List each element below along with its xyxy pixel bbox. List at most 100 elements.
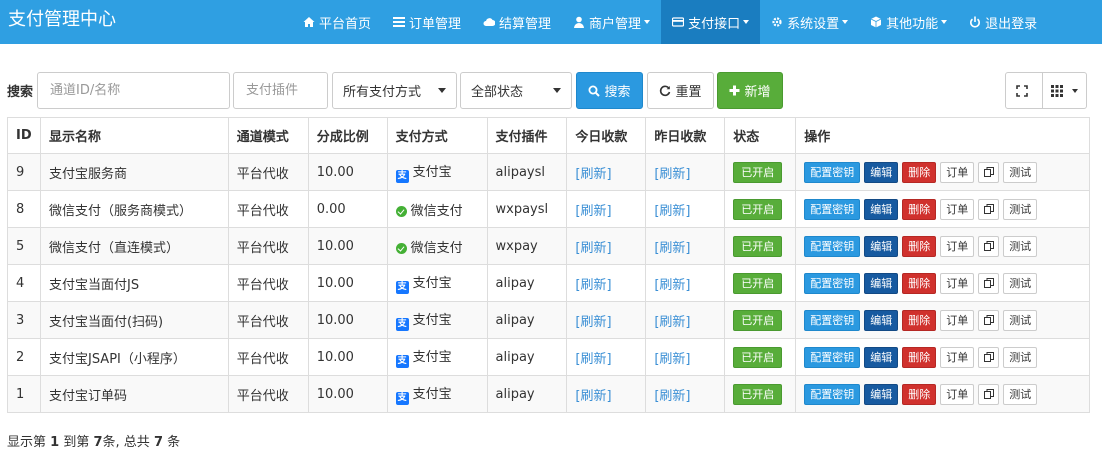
status-toggle-button[interactable]: 已开启 — [733, 198, 783, 220]
refresh-today-link[interactable]: [刷新] — [575, 167, 611, 182]
delete-button[interactable]: 删除 — [902, 161, 937, 183]
status-toggle-button[interactable]: 已开启 — [733, 161, 783, 183]
refresh-yesterday-link[interactable]: [刷新] — [654, 315, 690, 330]
status-toggle-button[interactable]: 已开启 — [733, 235, 783, 257]
orders-button[interactable]: 订单 — [940, 272, 975, 294]
fullscreen-button[interactable] — [1005, 72, 1043, 109]
test-button[interactable]: 测试 — [1003, 235, 1038, 257]
nav-item-5[interactable]: 系统设置 — [760, 0, 859, 44]
delete-button[interactable]: 删除 — [902, 309, 937, 331]
delete-button[interactable]: 删除 — [902, 235, 937, 257]
status-toggle-button[interactable]: 已开启 — [733, 383, 783, 405]
refresh-yesterday-link[interactable]: [刷新] — [654, 204, 690, 219]
nav-item-3[interactable]: 商户管理 — [562, 0, 661, 44]
add-button[interactable]: 新增 — [717, 72, 783, 109]
refresh-today-link[interactable]: [刷新] — [575, 352, 611, 367]
cell-today: [刷新] — [566, 264, 647, 302]
cell-name: 支付宝当面付(扫码) — [39, 301, 229, 339]
copy-button[interactable] — [978, 309, 1000, 331]
cell-mode: 平台代收 — [227, 301, 309, 339]
test-button[interactable]: 测试 — [1003, 383, 1038, 405]
columns-toggle-button[interactable] — [1042, 72, 1087, 109]
orders-button[interactable]: 订单 — [940, 346, 975, 368]
status-toggle-button[interactable]: 已开启 — [733, 309, 783, 331]
nav-item-label: 其他功能 — [886, 16, 939, 32]
test-button[interactable]: 测试 — [1003, 309, 1038, 331]
edit-button[interactable]: 编辑 — [864, 272, 899, 294]
delete-button[interactable]: 删除 — [902, 383, 937, 405]
nav-item-label: 退出登录 — [985, 16, 1038, 32]
reset-button[interactable]: 重置 — [647, 72, 714, 109]
orders-button[interactable]: 订单 — [940, 161, 975, 183]
config-key-button[interactable]: 配置密钥 — [804, 309, 861, 331]
copy-button[interactable] — [978, 383, 1000, 405]
refresh-today-link[interactable]: [刷新] — [575, 315, 611, 330]
refresh-yesterday-link[interactable]: [刷新] — [654, 278, 690, 293]
nav-item-2[interactable]: 结算管理 — [472, 0, 562, 44]
cell-yesterday: [刷新] — [645, 375, 726, 413]
orders-button[interactable]: 订单 — [940, 235, 975, 257]
delete-button[interactable]: 删除 — [902, 198, 937, 220]
config-key-button[interactable]: 配置密钥 — [804, 235, 861, 257]
copy-button[interactable] — [978, 198, 1000, 220]
cell-name: 支付宝JSAPI（小程序） — [39, 338, 229, 376]
alipay-icon: 支 — [395, 355, 409, 368]
refresh-today-link[interactable]: [刷新] — [575, 241, 611, 256]
config-key-button[interactable]: 配置密钥 — [804, 346, 861, 368]
refresh-today-link[interactable]: [刷新] — [575, 278, 611, 293]
config-key-button[interactable]: 配置密钥 — [804, 198, 861, 220]
app-title[interactable]: 支付管理中心 — [8, 0, 116, 44]
test-button[interactable]: 测试 — [1003, 198, 1038, 220]
plugin-search-input[interactable] — [233, 72, 328, 109]
nav-item-4[interactable]: 支付接口 — [661, 0, 761, 44]
table-row: 5 微信支付（直连模式） 平台代收 10.00 微信支付 wxpay [刷新] [刷新] 已开启… — [7, 227, 1090, 265]
refresh-yesterday-link[interactable]: [刷新] — [654, 352, 690, 367]
copy-button[interactable] — [978, 346, 1000, 368]
refresh-yesterday-link[interactable]: [刷新] — [654, 389, 690, 404]
channel-search-input[interactable] — [37, 72, 230, 109]
test-button[interactable]: 测试 — [1003, 346, 1038, 368]
orders-button[interactable]: 订单 — [940, 383, 975, 405]
refresh-today-link[interactable]: [刷新] — [575, 204, 611, 219]
nav-item-1[interactable]: 订单管理 — [382, 0, 472, 44]
refresh-yesterday-link[interactable]: [刷新] — [654, 167, 690, 182]
copy-button[interactable] — [978, 161, 1000, 183]
wechat-icon — [395, 242, 407, 254]
delete-button[interactable]: 删除 — [902, 346, 937, 368]
chevron-down-icon — [553, 88, 561, 93]
nav-item-6[interactable]: 其他功能 — [859, 0, 958, 44]
status-toggle-button[interactable]: 已开启 — [733, 272, 783, 294]
cell-id: 2 — [7, 338, 41, 376]
edit-button[interactable]: 编辑 — [864, 198, 899, 220]
paytype-select-value: 所有支付方式 — [343, 85, 422, 100]
nav-item-7[interactable]: 退出登录 — [958, 0, 1048, 44]
edit-button[interactable]: 编辑 — [864, 161, 899, 183]
orders-button[interactable]: 订单 — [940, 309, 975, 331]
config-key-button[interactable]: 配置密钥 — [804, 383, 861, 405]
test-button[interactable]: 测试 — [1003, 161, 1038, 183]
test-button[interactable]: 测试 — [1003, 272, 1038, 294]
status-toggle-button[interactable]: 已开启 — [733, 346, 783, 368]
config-key-button[interactable]: 配置密钥 — [804, 161, 861, 183]
cell-name: 支付宝订单码 — [39, 375, 229, 413]
edit-button[interactable]: 编辑 — [864, 309, 899, 331]
paytype-label: 支付宝 — [412, 313, 452, 328]
table-row: 4 支付宝当面付JS 平台代收 10.00 支支付宝 alipay [刷新] [刷新] 已开启配… — [7, 264, 1090, 302]
search-icon — [588, 85, 601, 97]
cell-plugin: alipaysl — [486, 153, 568, 191]
search-button[interactable]: 搜索 — [576, 72, 643, 109]
refresh-today-link[interactable]: [刷新] — [575, 389, 611, 404]
delete-button[interactable]: 删除 — [902, 272, 937, 294]
status-select[interactable]: 全部状态 — [460, 72, 572, 109]
cell-today: [刷新] — [566, 338, 647, 376]
copy-button[interactable] — [978, 272, 1000, 294]
copy-button[interactable] — [978, 235, 1000, 257]
refresh-yesterday-link[interactable]: [刷新] — [654, 241, 690, 256]
orders-button[interactable]: 订单 — [940, 198, 975, 220]
edit-button[interactable]: 编辑 — [864, 383, 899, 405]
edit-button[interactable]: 编辑 — [864, 235, 899, 257]
edit-button[interactable]: 编辑 — [864, 346, 899, 368]
config-key-button[interactable]: 配置密钥 — [804, 272, 861, 294]
paytype-select[interactable]: 所有支付方式 — [332, 72, 457, 109]
nav-item-0[interactable]: 平台首页 — [292, 0, 382, 44]
